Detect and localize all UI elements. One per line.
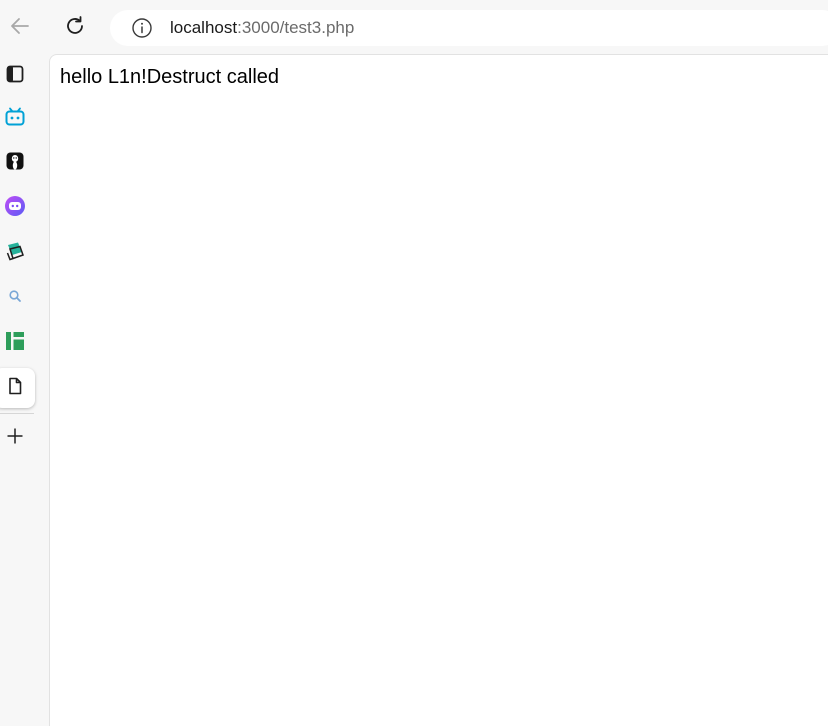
qq-penguin-icon: [4, 150, 26, 177]
url-host: localhost: [170, 18, 238, 37]
url-path: :3000/test3.php: [237, 18, 355, 37]
sidebar: [0, 56, 48, 725]
page-content: hello L1n!Destruct called: [49, 54, 828, 726]
address-bar[interactable]: localhost:3000/test3.php: [110, 10, 828, 46]
document-icon: [5, 376, 25, 401]
sidebar-item-dashboard[interactable]: [0, 328, 30, 358]
sidebar-item-chat-bot[interactable]: [0, 193, 30, 223]
add-icon: [5, 426, 25, 451]
info-icon[interactable]: [131, 17, 153, 39]
sidebar-divider: [0, 413, 34, 414]
tab-view-icon: [5, 64, 25, 89]
sidebar-item-search[interactable]: [0, 283, 30, 313]
reload-icon: [63, 14, 87, 43]
chat-bot-icon: [4, 195, 26, 222]
reload-button[interactable]: [57, 10, 93, 46]
sidebar-item-qq[interactable]: [0, 148, 30, 178]
search-icon: [8, 289, 22, 308]
notebook-icon: [4, 240, 26, 267]
url-text[interactable]: localhost:3000/test3.php: [170, 18, 354, 38]
back-arrow-icon: [8, 14, 32, 43]
back-button[interactable]: [2, 10, 38, 46]
dashboard-icon: [4, 330, 26, 357]
sidebar-item-document[interactable]: [0, 373, 30, 403]
sidebar-add-button[interactable]: [0, 423, 30, 453]
sidebar-item-notebook[interactable]: [0, 238, 30, 268]
sidebar-item-bilibili[interactable]: [0, 104, 30, 134]
bilibili-icon: [4, 106, 26, 133]
sidebar-item-tab-view[interactable]: [0, 61, 30, 91]
browser-toolbar: localhost:3000/test3.php: [0, 0, 828, 56]
page-body-text: hello L1n!Destruct called: [60, 66, 280, 88]
